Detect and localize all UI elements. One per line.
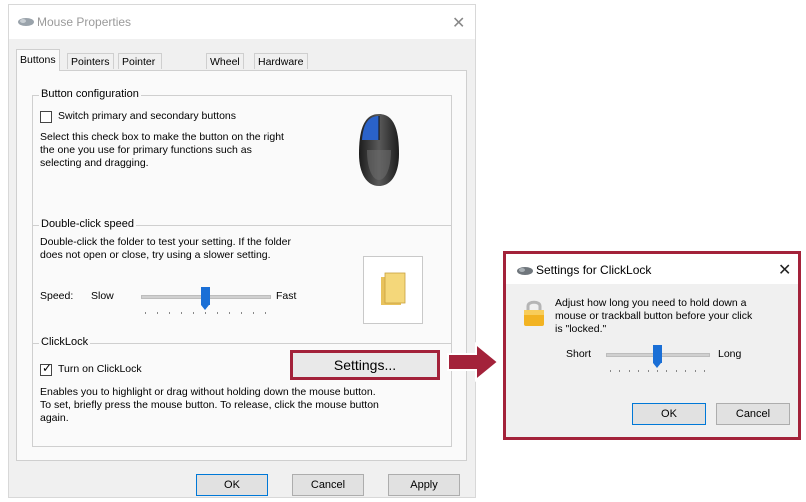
slider-tick [145, 312, 146, 314]
double-click-slider-thumb[interactable] [200, 287, 210, 310]
cancel-button[interactable]: Cancel [292, 474, 364, 496]
mouse-icon [18, 18, 34, 26]
arrow-right-icon [447, 341, 500, 383]
clicklock-checkbox[interactable]: ✓ [40, 361, 53, 376]
slider-tick [157, 312, 158, 314]
double-click-speed-group: Double-click speed Double-click the fold… [32, 218, 452, 345]
description-line: Select this check box to make the button… [40, 131, 284, 143]
description-line: mouse or trackball button before your cl… [555, 310, 753, 322]
slider-tick [181, 312, 182, 314]
window-title: Settings for ClickLock [536, 263, 652, 277]
clicklock-settings-body: Adjust how long you need to hold down a … [506, 284, 798, 437]
short-label: Short [566, 348, 592, 360]
tab-hardware[interactable]: Hardware [254, 53, 308, 69]
ok-button[interactable]: OK [632, 403, 706, 425]
description-line: does not open or close, try using a slow… [40, 249, 271, 261]
slider-tick [241, 312, 242, 314]
description-line: Adjust how long you need to hold down a [555, 297, 747, 309]
description-line: To set, briefly press the mouse button. … [40, 399, 379, 411]
description-line: the one you use for primary functions su… [40, 144, 252, 156]
switch-buttons-label: Switch primary and secondary buttons [58, 110, 237, 122]
title-bar: Mouse Properties ✕ [9, 5, 475, 39]
window-title: Mouse Properties [37, 15, 132, 29]
description-line: Enables you to highlight or drag without… [40, 386, 376, 398]
switch-buttons-checkbox[interactable] [40, 111, 52, 123]
buttons-tab-panel: Button configuration Switch primary and … [16, 70, 467, 461]
slider-tick [694, 370, 696, 372]
slider-tick [675, 370, 677, 372]
slider-tick [666, 370, 668, 372]
clicklock-checkbox-label: Turn on ClickLock [58, 363, 142, 375]
description-line: is "locked." [555, 323, 607, 335]
tab-pointers[interactable]: Pointers [67, 53, 114, 69]
slider-tick [638, 370, 640, 372]
folder-icon [381, 272, 406, 305]
group-label: Button configuration [39, 88, 141, 100]
slider-tick [193, 312, 194, 314]
clicklock-slider-thumb[interactable] [652, 345, 662, 368]
close-icon[interactable]: ✕ [778, 260, 791, 280]
mouse-picture-icon [359, 114, 399, 186]
check-icon: ✓ [42, 361, 53, 375]
slider-tick [265, 312, 266, 314]
slider-tick [253, 312, 254, 314]
slider-tick [610, 370, 611, 372]
long-label: Long [718, 348, 742, 360]
mouse-icon [517, 267, 533, 275]
slider-tick [685, 370, 687, 372]
apply-button[interactable]: Apply [388, 474, 460, 496]
slider-tick [657, 370, 658, 372]
close-icon[interactable]: ✕ [452, 13, 465, 33]
slider-tick [205, 312, 206, 314]
fast-label: Fast [276, 290, 297, 302]
tab-pointer-options[interactable]: Pointer Options [118, 53, 163, 84]
description-line: selecting and dragging. [40, 157, 149, 169]
speed-label: Speed: [40, 290, 74, 302]
tab-buttons[interactable]: Buttons [16, 49, 60, 71]
description-line: Double-click the folder to test your set… [40, 236, 291, 248]
ok-button[interactable]: OK [196, 474, 268, 496]
slow-label: Slow [91, 290, 114, 302]
clicklock-settings-button[interactable]: Settings... [290, 350, 440, 380]
folder-test-area[interactable] [363, 256, 423, 324]
slider-tick [217, 312, 218, 314]
slider-tick [704, 370, 705, 372]
cancel-button[interactable]: Cancel [716, 403, 790, 425]
mouse-properties-window: Mouse Properties ✕ Buttons Pointers Poin… [8, 4, 476, 498]
group-label: Double-click speed [39, 218, 136, 230]
slider-tick [628, 370, 630, 372]
slider-tick [169, 312, 170, 314]
slider-tick [619, 370, 621, 372]
lock-icon [524, 300, 544, 326]
group-label: ClickLock [39, 336, 91, 348]
slider-ticks [610, 370, 705, 374]
description-line: again. [40, 412, 69, 424]
slider-tick [229, 312, 230, 314]
clicklock-settings-window: Settings for ClickLock ✕ Adjust how long… [503, 251, 801, 440]
slider-tick [647, 370, 649, 372]
tab-wheel[interactable]: Wheel [206, 53, 244, 69]
slider-ticks [145, 312, 266, 316]
